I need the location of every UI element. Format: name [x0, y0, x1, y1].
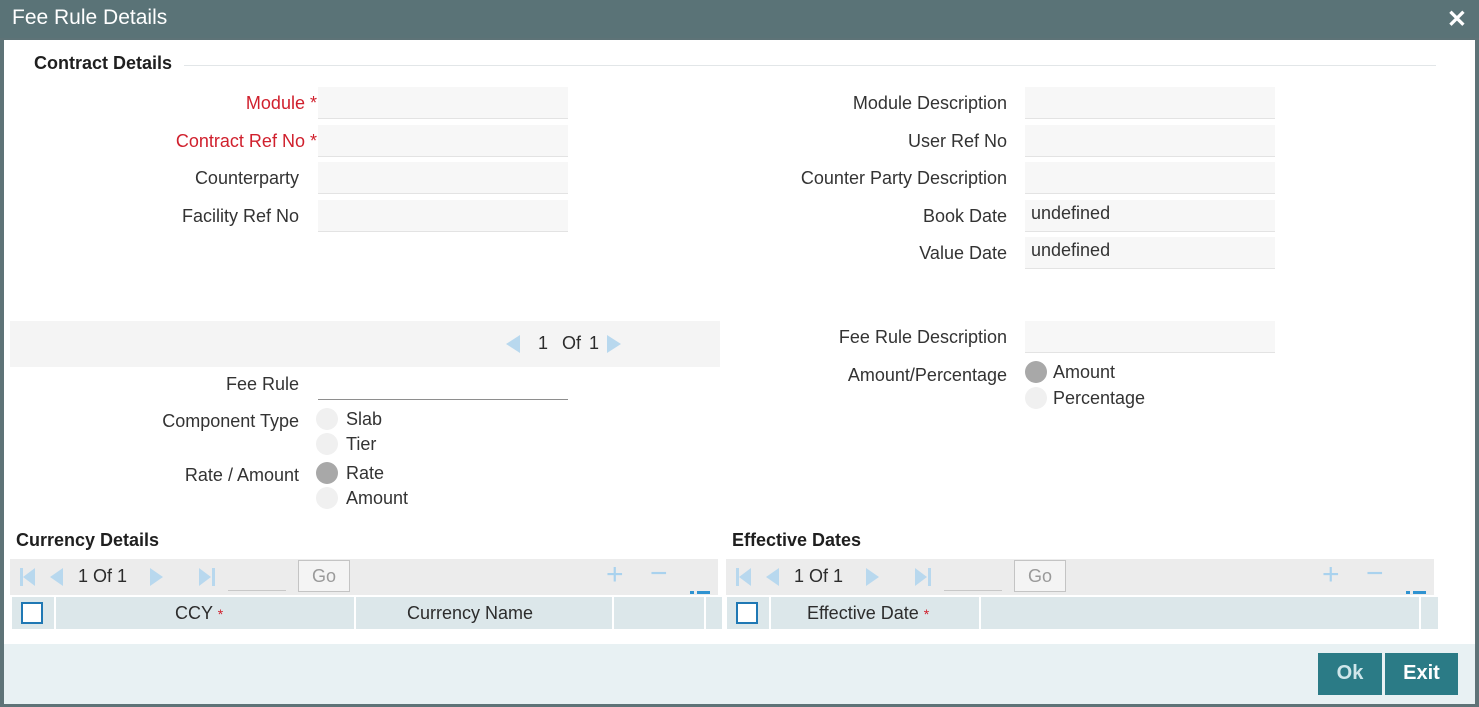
column-separator: [612, 597, 614, 629]
column-separator: [704, 597, 706, 629]
currency-details-title: Currency Details: [16, 530, 160, 550]
ok-button[interactable]: Ok: [1318, 653, 1382, 695]
book-date-label: Book Date: [922, 206, 1007, 226]
next-page-icon[interactable]: [866, 568, 879, 586]
previous-page-icon[interactable]: [50, 568, 63, 586]
amount-percentage-radio-percentage[interactable]: Percentage: [1025, 387, 1145, 414]
contract-ref-label: Contract Ref No *: [175, 131, 317, 151]
counterparty-label: Counterparty: [194, 168, 299, 188]
radio-selected-icon: [1025, 361, 1047, 383]
rate-amount-label: Rate / Amount: [184, 465, 299, 485]
column-header-currency-name[interactable]: Currency Name: [407, 603, 533, 624]
effective-grid-header: Effective Date *: [727, 597, 1438, 629]
effective-grid-page-input[interactable]: [944, 565, 1002, 591]
column-separator: [354, 597, 356, 629]
book-date-input[interactable]: undefined: [1025, 200, 1275, 232]
previous-record-icon[interactable]: [506, 335, 520, 353]
module-description-label: Module Description: [852, 93, 1007, 113]
radio-unselected-icon: [316, 433, 338, 455]
window-title: Fee Rule Details: [12, 6, 168, 29]
dialog-body: Contract Details Module * Contract Ref N…: [4, 40, 1475, 704]
currency-grid-page-input[interactable]: [228, 565, 286, 591]
counterparty-description-input[interactable]: [1025, 162, 1275, 194]
module-description-input[interactable]: [1025, 87, 1275, 119]
currency-grid-go-button[interactable]: Go: [298, 560, 350, 592]
title-bar: Fee Rule Details ✕: [0, 0, 1479, 38]
facility-ref-input[interactable]: [318, 200, 568, 232]
facility-ref-label: Facility Ref No: [181, 206, 299, 226]
next-page-icon[interactable]: [150, 568, 163, 586]
column-separator: [769, 597, 771, 629]
section-divider: [184, 65, 1436, 66]
effective-grid-go-button[interactable]: Go: [1014, 560, 1066, 592]
previous-page-icon[interactable]: [766, 568, 779, 586]
close-icon[interactable]: ✕: [1447, 5, 1467, 34]
column-header-ccy[interactable]: CCY *: [175, 603, 223, 624]
pager-total: 1: [589, 333, 600, 353]
rate-amount-radio-rate[interactable]: Rate: [316, 462, 384, 489]
module-label: Module *: [245, 93, 317, 113]
currency-grid-pager: 1 Of 1: [78, 566, 128, 586]
first-page-icon[interactable]: [20, 568, 36, 586]
last-page-icon[interactable]: [915, 568, 932, 586]
fee-rule-label: Fee Rule: [225, 374, 299, 394]
effective-dates-title: Effective Dates: [732, 530, 862, 550]
exit-button[interactable]: Exit: [1385, 653, 1458, 695]
amount-percentage-radio-amount[interactable]: Amount: [1025, 361, 1115, 388]
effective-grid-pager: 1 Of 1: [794, 566, 844, 586]
first-page-icon[interactable]: [736, 568, 752, 586]
select-all-checkbox[interactable]: [736, 602, 758, 624]
plus-icon[interactable]: +: [1322, 560, 1340, 590]
component-type-label: Component Type: [162, 411, 299, 431]
contract-ref-input[interactable]: [318, 125, 568, 157]
fee-rule-pager: 1 Of 1: [10, 321, 720, 367]
fee-rule-description-label: Fee Rule Description: [838, 327, 1007, 347]
currency-grid-header: CCY * Currency Name: [12, 597, 722, 629]
module-input[interactable]: [318, 87, 568, 119]
value-date-label: Value Date: [919, 243, 1007, 263]
last-page-icon[interactable]: [199, 568, 216, 586]
component-type-radio-tier[interactable]: Tier: [316, 433, 376, 460]
component-type-radio-slab[interactable]: Slab: [316, 408, 382, 435]
minus-icon[interactable]: −: [1366, 559, 1384, 589]
select-all-checkbox[interactable]: [21, 602, 43, 624]
minus-icon[interactable]: −: [650, 559, 668, 589]
pager-current: 1: [538, 333, 549, 353]
dialog-footer: Ok Exit: [4, 644, 1475, 704]
radio-unselected-icon: [1025, 387, 1047, 409]
fee-rule-input[interactable]: [318, 368, 568, 400]
column-separator: [54, 597, 56, 629]
counterparty-input[interactable]: [318, 162, 568, 194]
counterparty-description-label: Counter Party Description: [800, 168, 1007, 188]
amount-percentage-label: Amount/Percentage: [847, 365, 1007, 385]
rate-amount-radio-amount[interactable]: Amount: [316, 487, 408, 514]
column-header-effective-date[interactable]: Effective Date *: [807, 603, 929, 624]
column-separator: [979, 597, 981, 629]
fee-rule-description-input[interactable]: [1025, 321, 1275, 353]
radio-unselected-icon: [316, 487, 338, 509]
next-record-icon[interactable]: [607, 335, 621, 353]
user-ref-input[interactable]: [1025, 125, 1275, 157]
pager-of: Of: [562, 333, 582, 353]
contract-details-title: Contract Details: [34, 53, 173, 73]
radio-selected-icon: [316, 462, 338, 484]
user-ref-label: User Ref No: [907, 131, 1007, 151]
effective-grid-toolbar: 1 Of 1 Go + −: [726, 559, 1434, 608]
value-date-input[interactable]: undefined: [1025, 237, 1275, 269]
plus-icon[interactable]: +: [606, 560, 624, 590]
currency-grid-toolbar: 1 Of 1 Go + −: [10, 559, 718, 608]
radio-unselected-icon: [316, 408, 338, 430]
column-separator: [1419, 597, 1421, 629]
